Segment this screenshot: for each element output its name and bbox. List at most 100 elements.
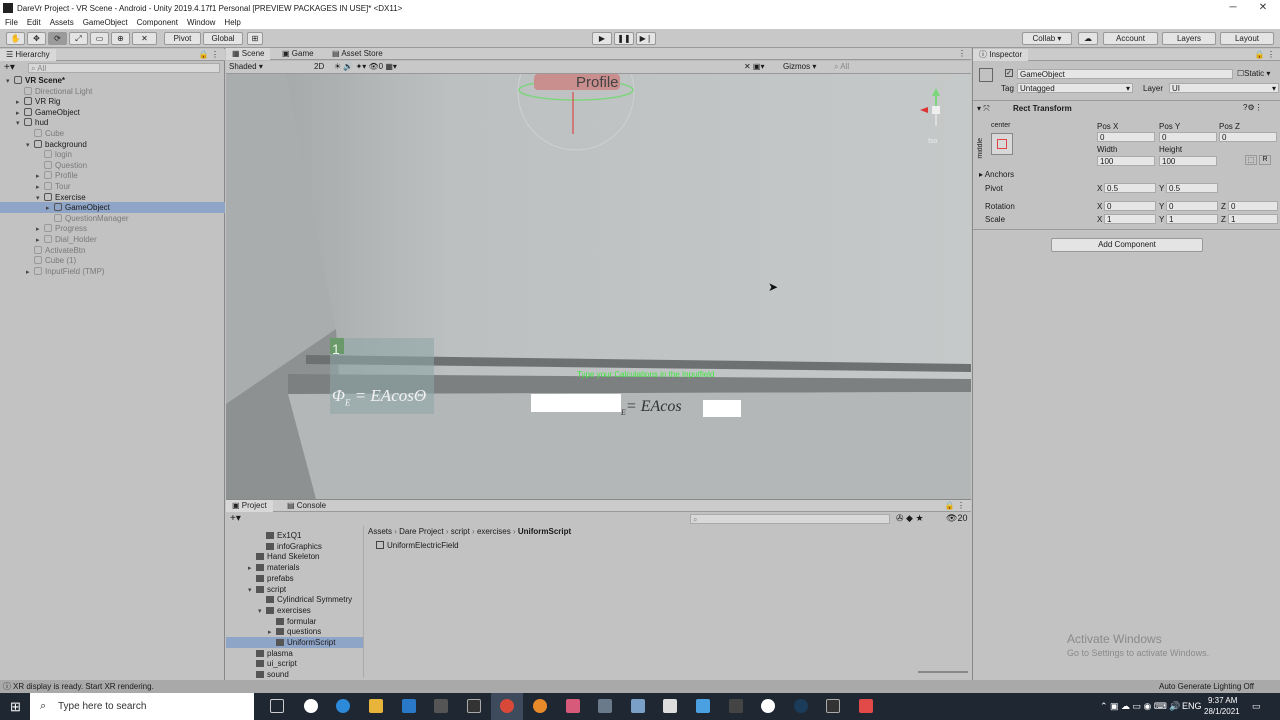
hierarchy-row[interactable]: ▸ GameObject: [0, 202, 225, 214]
hierarchy-row[interactable]: login: [0, 149, 225, 160]
lock-icon[interactable]: 🔒 ⋮: [199, 49, 219, 61]
scale-y-field[interactable]: 1: [1166, 214, 1218, 224]
windows-start-icon[interactable]: ⊞: [10, 699, 21, 715]
active-checkbox[interactable]: ✓: [1005, 69, 1013, 77]
layout-dropdown[interactable]: Layout: [1220, 32, 1274, 45]
clock-time[interactable]: 9:37 AM: [1208, 696, 1237, 705]
mail-icon[interactable]: [402, 699, 416, 713]
tools-icon[interactable]: ✕ ▣▾: [744, 61, 765, 73]
zoom-slider[interactable]: [918, 671, 968, 673]
app-icon-5[interactable]: [729, 699, 743, 713]
cloud-icon[interactable]: ☁: [1078, 32, 1098, 45]
width-field[interactable]: 100: [1097, 156, 1155, 166]
folder-row[interactable]: UniformScript: [226, 637, 363, 648]
play-button[interactable]: ▶: [592, 32, 612, 45]
hierarchy-row[interactable]: ActivateBtn: [0, 245, 225, 256]
snap-icon[interactable]: ⊞: [247, 32, 263, 45]
shading-dropdown[interactable]: Shaded ▾: [229, 61, 263, 73]
menu-help[interactable]: Help: [224, 18, 240, 27]
unity-editor-icon[interactable]: [826, 699, 840, 713]
raw-edit-button[interactable]: R: [1259, 155, 1271, 165]
app-icon-2[interactable]: [566, 699, 580, 713]
pause-button[interactable]: ❚❚: [614, 32, 634, 45]
object-name-field[interactable]: GameObject: [1017, 69, 1233, 79]
tab-game[interactable]: ▣ Game: [276, 48, 320, 60]
collab-button[interactable]: Collab ▾: [1022, 32, 1072, 45]
edge-icon[interactable]: [336, 699, 350, 713]
custom-tool-icon[interactable]: ✕: [132, 32, 157, 45]
blender-icon[interactable]: [533, 699, 547, 713]
tab-console[interactable]: ▤ Console: [281, 500, 332, 512]
folder-row[interactable]: prefabs: [226, 573, 363, 584]
menu-edit[interactable]: Edit: [27, 18, 41, 27]
hierarchy-row[interactable]: ▾ background: [0, 139, 225, 150]
hierarchy-row[interactable]: ▸ Profile: [0, 170, 225, 181]
hierarchy-row[interactable]: QuestionManager: [0, 213, 225, 224]
layers-dropdown[interactable]: Layers: [1162, 32, 1216, 45]
posx-field[interactable]: 0: [1097, 132, 1155, 142]
move-tool-icon[interactable]: ✥: [27, 32, 46, 45]
hierarchy-row[interactable]: ▸ Progress: [0, 223, 225, 234]
folder-row[interactable]: ▾ exercises: [226, 605, 363, 616]
rect-tool-icon[interactable]: ▭: [90, 32, 109, 45]
hierarchy-row[interactable]: ▾ VR Scene*: [0, 75, 225, 86]
folder-row[interactable]: Ex1Q1: [226, 530, 363, 541]
project-create-button[interactable]: +▾: [230, 513, 241, 524]
breadcrumb-item[interactable]: exercises: [477, 527, 511, 536]
pivot-toggle[interactable]: Pivot: [164, 32, 201, 45]
breadcrumb-item[interactable]: script: [451, 527, 470, 536]
component-fold-icon[interactable]: ▾ ⤧: [977, 104, 990, 114]
close-button[interactable]: ✕: [1246, 0, 1280, 16]
unity-hub-icon[interactable]: [467, 699, 481, 713]
hierarchy-row[interactable]: ▸ InputField (TMP): [0, 266, 225, 277]
blueprint-button[interactable]: ⬚: [1245, 155, 1257, 165]
step-button[interactable]: ▶❘: [636, 32, 656, 45]
tab-hierarchy[interactable]: ☰ Hierarchy: [0, 49, 56, 61]
task-view-icon[interactable]: [270, 699, 284, 713]
scale-x-field[interactable]: 1: [1104, 214, 1156, 224]
store-icon[interactable]: [434, 699, 448, 713]
hierarchy-row[interactable]: ▾ hud: [0, 117, 225, 128]
scene-view[interactable]: ▦ Scene ▣ Game ▤ Asset Store ⋮ Shaded ▾ …: [226, 48, 971, 499]
chrome-icon[interactable]: [500, 699, 514, 713]
folder-row[interactable]: ▾ script: [226, 584, 363, 595]
taskbar-search-box[interactable]: ⌕ Type here to search: [30, 693, 254, 720]
component-help-icon[interactable]: ?⚙⋮: [1243, 103, 1263, 112]
unity-icon[interactable]: [663, 699, 677, 713]
app-icon-6[interactable]: [859, 699, 873, 713]
hierarchy-row[interactable]: Question: [0, 160, 225, 171]
app-icon-4[interactable]: [696, 699, 710, 713]
language-indicator[interactable]: ENG: [1182, 701, 1202, 711]
menu-file[interactable]: File: [5, 18, 18, 27]
app-icon-3[interactable]: [598, 699, 612, 713]
folder-row[interactable]: Cylindrical Symmetry: [226, 594, 363, 605]
lighting-icon[interactable]: ☀ 🔊 ✦▾ 👁0 ▦▾: [334, 61, 397, 73]
expand-right-icon[interactable]: ▸: [26, 267, 34, 278]
anchor-presets-button[interactable]: [991, 133, 1013, 155]
rotation-z-field[interactable]: 0: [1228, 201, 1278, 211]
rotation-x-field[interactable]: 0: [1104, 201, 1156, 211]
calculator-icon[interactable]: [631, 699, 645, 713]
tag-dropdown[interactable]: Untagged ▾: [1017, 83, 1133, 93]
project-search-input[interactable]: ⌕: [690, 514, 890, 524]
tab-inspector[interactable]: ⓘ Inspector: [973, 49, 1029, 61]
pivot-y-field[interactable]: 0.5: [1166, 183, 1218, 193]
folder-row[interactable]: formular: [226, 616, 363, 627]
hierarchy-row[interactable]: ▸ GameObject: [0, 107, 225, 118]
height-field[interactable]: 100: [1159, 156, 1217, 166]
menu-gameobject[interactable]: GameObject: [83, 18, 128, 27]
pivot-x-field[interactable]: 0.5: [1104, 183, 1156, 193]
hierarchy-row[interactable]: ▾ Exercise: [0, 192, 225, 203]
add-component-button[interactable]: Add Component: [1051, 238, 1203, 252]
rotation-y-field[interactable]: 0: [1166, 201, 1218, 211]
menu-assets[interactable]: Assets: [50, 18, 74, 27]
anchors-foldout[interactable]: ▸ Anchors: [979, 170, 1014, 179]
hierarchy-row[interactable]: Cube (1): [0, 255, 225, 266]
scene-menu-icon[interactable]: ⋮: [958, 48, 966, 60]
scene-search-input[interactable]: ⌕ All: [832, 62, 968, 72]
folder-row[interactable]: infoGraphics: [226, 541, 363, 552]
tab-project[interactable]: ▣ Project: [226, 500, 273, 512]
create-button[interactable]: +▾: [4, 62, 15, 73]
rotate-tool-icon[interactable]: ⟳: [48, 32, 67, 45]
hand-tool-icon[interactable]: ✋: [6, 32, 25, 45]
